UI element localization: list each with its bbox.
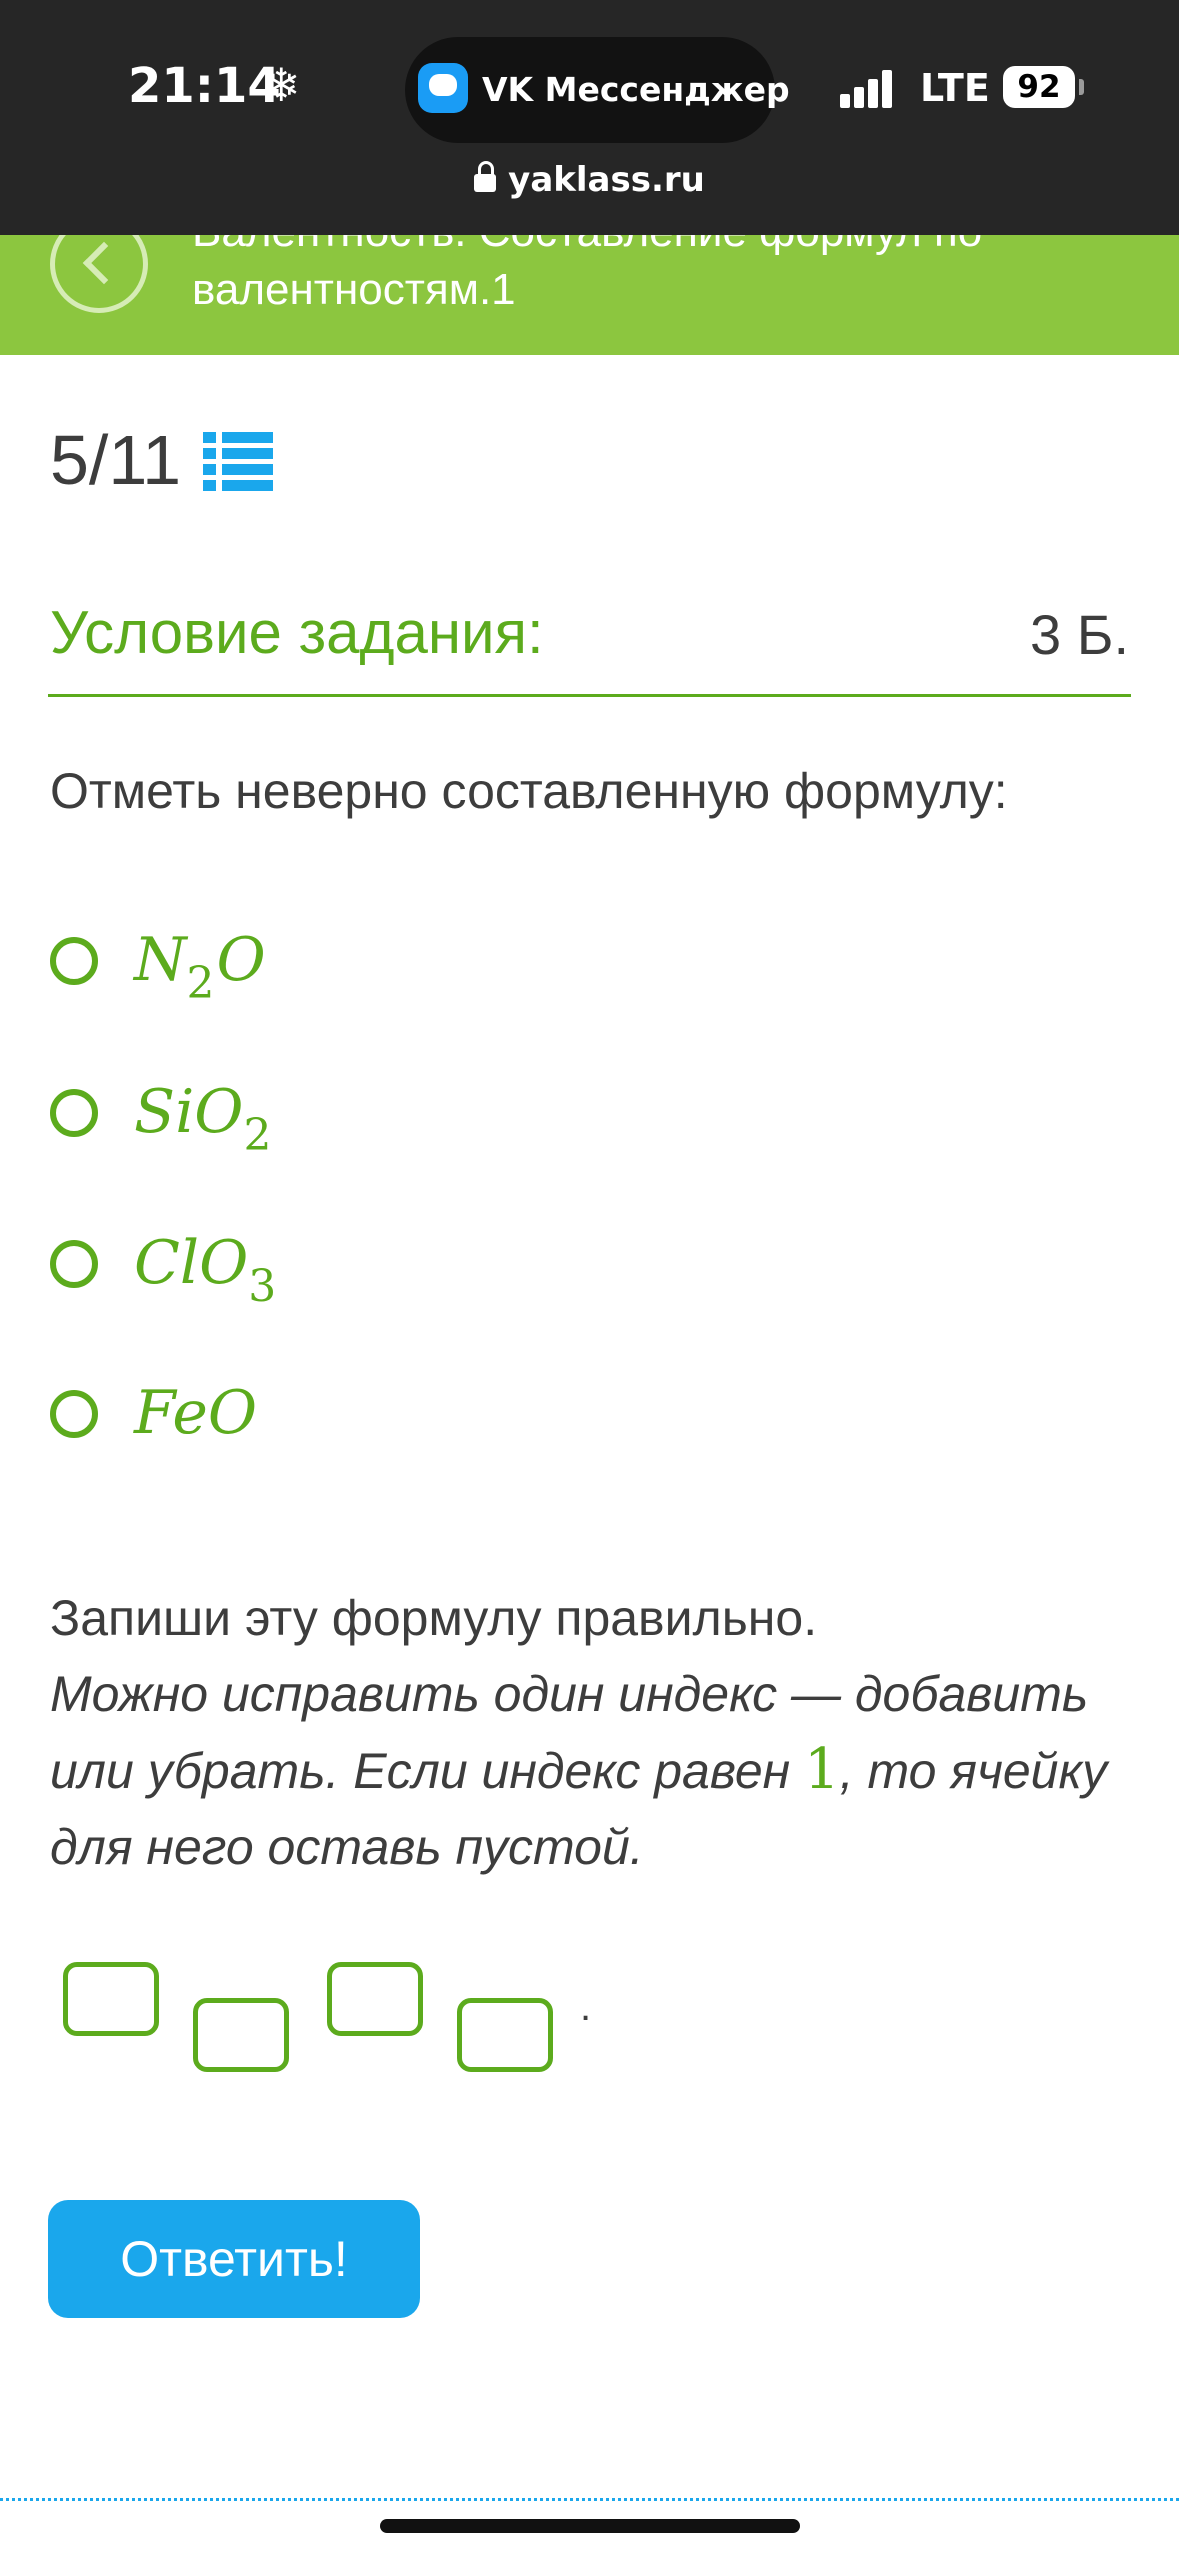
vk-messenger-icon bbox=[418, 63, 468, 113]
instruction-line1: Запиши эту формулу правильно. bbox=[50, 1590, 818, 1646]
option-formula: FeO bbox=[134, 1378, 258, 1448]
formula-end-dot: . bbox=[580, 1985, 592, 2029]
instruction-line2: Можно исправить один индекс — добавить и… bbox=[50, 1666, 1108, 1875]
radio-button[interactable] bbox=[50, 937, 98, 985]
lock-icon bbox=[474, 161, 497, 192]
task-list-icon[interactable] bbox=[203, 432, 273, 492]
url-text: yaklass.ru bbox=[508, 160, 705, 200]
element-input-1[interactable] bbox=[63, 1962, 159, 2036]
page-title: Валентность. Составление формул по вален… bbox=[192, 235, 982, 319]
question-text: Отметь неверно составленную формулу: bbox=[50, 763, 1008, 819]
battery-tip bbox=[1079, 79, 1084, 95]
page-title-line2: валентностям.1 bbox=[192, 265, 516, 314]
option-formula: N2O bbox=[134, 925, 266, 1009]
index-input-1[interactable] bbox=[193, 1998, 289, 2072]
chevron-left-icon bbox=[82, 241, 126, 285]
index-input-2[interactable] bbox=[457, 1998, 553, 2072]
url-bar[interactable]: yaklass.ru bbox=[0, 160, 1179, 200]
network-label: LTE bbox=[920, 66, 990, 110]
app-name: VK Мессенджер bbox=[482, 70, 790, 109]
status-bar: 21:14 ❄ VK Мессенджер LTE 92 yaklass.ru bbox=[0, 0, 1179, 235]
home-indicator[interactable] bbox=[380, 2519, 800, 2533]
dotted-divider bbox=[0, 2498, 1179, 2501]
back-button[interactable] bbox=[50, 235, 148, 313]
clock: 21:14 bbox=[128, 58, 281, 114]
instruction-text: Запиши эту формулу правильно. Можно испр… bbox=[50, 1580, 1140, 1885]
task-points: 3 Б. bbox=[1029, 603, 1129, 666]
divider bbox=[48, 694, 1131, 697]
submit-answer-button[interactable]: Ответить! bbox=[48, 2200, 420, 2318]
radio-button[interactable] bbox=[50, 1240, 98, 1288]
task-progress: 5/11 bbox=[50, 421, 182, 499]
option-formula: ClO3 bbox=[134, 1228, 277, 1312]
radio-button[interactable] bbox=[50, 1089, 98, 1137]
element-input-2[interactable] bbox=[327, 1962, 423, 2036]
task-condition-title: Условие задания: bbox=[50, 599, 544, 666]
page-title-line1: Валентность. Составление формул по bbox=[192, 235, 982, 261]
radio-button[interactable] bbox=[50, 1390, 98, 1438]
option-formula: SiO2 bbox=[134, 1077, 272, 1161]
battery-icon: 92 bbox=[1003, 66, 1075, 108]
page-header: Валентность. Составление формул по вален… bbox=[0, 235, 1179, 355]
snowflake-icon: ❄ bbox=[262, 58, 301, 112]
